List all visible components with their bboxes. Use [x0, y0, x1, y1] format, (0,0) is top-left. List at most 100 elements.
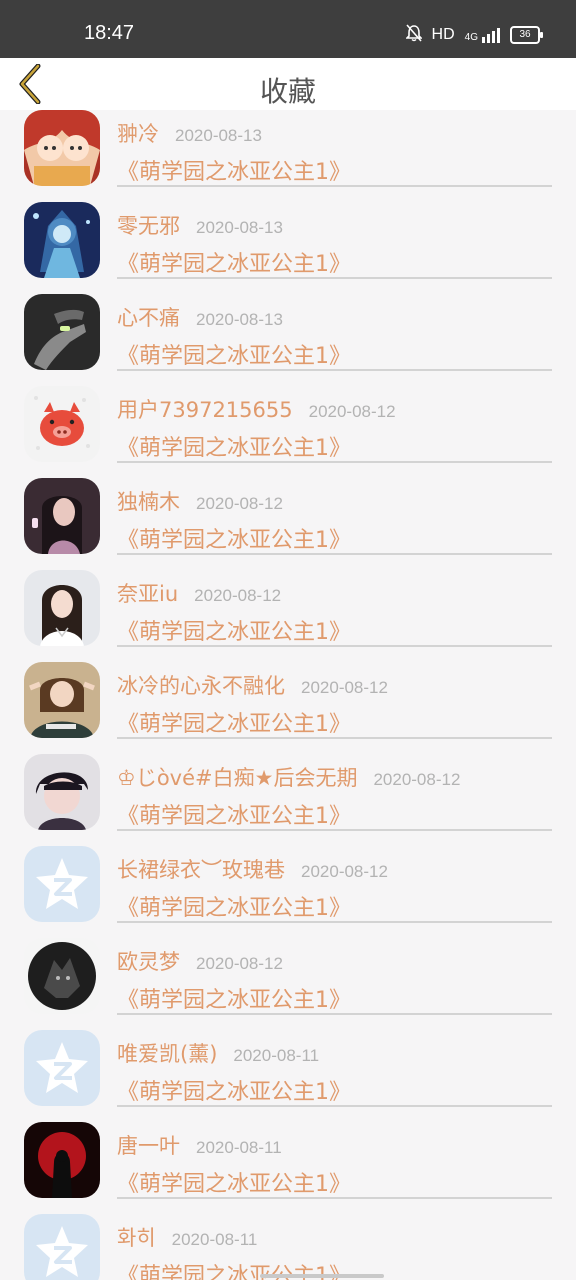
user-name: 冰冷的心永不融化 — [117, 674, 285, 698]
boy-photo-avatar-icon — [24, 754, 100, 830]
hd-label: HD — [431, 26, 455, 43]
status-bar: 18:47 HD 4G 36 — [0, 0, 576, 58]
item-header: 心不痛 2020-08-13 — [117, 302, 283, 332]
status-time: 18:47 — [84, 22, 135, 44]
default-star-avatar-icon — [24, 846, 100, 922]
list-item[interactable]: 화히 2020-08-11 《萌学园之冰亚公主1》 — [0, 1214, 576, 1280]
divider — [117, 737, 552, 739]
date: 2020-08-11 — [233, 1046, 320, 1065]
list-item[interactable]: 冰冷的心永不融化 2020-08-12 《萌学园之冰亚公主1》 — [0, 662, 576, 754]
list-item[interactable]: 唯爱凯(薰) 2020-08-11 《萌学园之冰亚公主1》 — [0, 1030, 576, 1122]
blue-anime-avatar-icon — [24, 202, 100, 278]
book-title[interactable]: 《萌学园之冰亚公主1》 — [117, 338, 351, 370]
divider — [117, 369, 552, 371]
user-name: 唯爱凯(薰) — [117, 1042, 218, 1066]
divider — [117, 921, 552, 923]
divider — [117, 1105, 552, 1107]
item-header: 零无邪 2020-08-13 — [117, 210, 283, 240]
list-item[interactable]: 唐一叶 2020-08-11 《萌学园之冰亚公主1》 — [0, 1122, 576, 1214]
item-header: 唐一叶 2020-08-11 — [117, 1130, 282, 1160]
date: 2020-08-12 — [373, 770, 461, 789]
avatar — [24, 202, 100, 278]
user-name: 长裙绿衣︶玫瑰巷 — [117, 858, 285, 882]
book-title[interactable]: 《萌学园之冰亚公主1》 — [117, 430, 351, 462]
book-title[interactable]: 《萌学园之冰亚公主1》 — [117, 890, 351, 922]
book-title[interactable]: 《萌学园之冰亚公主1》 — [117, 1166, 351, 1198]
date: 2020-08-13 — [196, 218, 283, 237]
divider — [117, 1013, 552, 1015]
item-header: 화히 2020-08-11 — [117, 1222, 257, 1252]
date: 2020-08-12 — [301, 862, 388, 881]
avatar — [24, 1122, 100, 1198]
avatar — [24, 846, 100, 922]
item-header: 长裙绿衣︶玫瑰巷 2020-08-12 — [117, 854, 388, 884]
book-title[interactable]: 《萌学园之冰亚公主1》 — [117, 1074, 351, 1106]
avatar — [24, 110, 100, 186]
user-name: 用户7397215655 — [117, 398, 293, 422]
favorites-list: 翀冷 2020-08-13 《萌学园之冰亚公主1》 零无邪 2020-08-13… — [0, 110, 576, 1280]
hands-photo-avatar-icon — [24, 294, 100, 370]
date: 2020-08-13 — [175, 126, 262, 145]
list-item[interactable]: 长裙绿衣︶玫瑰巷 2020-08-12 《萌学园之冰亚公主1》 — [0, 846, 576, 938]
user-name: 翀冷 — [117, 122, 159, 146]
item-header: 用户7397215655 2020-08-12 — [117, 394, 396, 424]
date: 2020-08-12 — [301, 678, 388, 697]
list-item[interactable]: ♔じòvé#白痴★后会无期 2020-08-12 《萌学园之冰亚公主1》 — [0, 754, 576, 846]
list-item[interactable]: 用户7397215655 2020-08-12 《萌学园之冰亚公主1》 — [0, 386, 576, 478]
item-header: 奈亚iu 2020-08-12 — [117, 578, 281, 608]
avatar — [24, 938, 100, 1014]
book-title[interactable]: 《萌学园之冰亚公主1》 — [117, 982, 351, 1014]
book-title[interactable]: 《萌学园之冰亚公主1》 — [117, 154, 351, 186]
list-item[interactable]: 奈亚iu 2020-08-12 《萌学园之冰亚公主1》 — [0, 570, 576, 662]
dark-wolf-avatar-icon — [24, 938, 100, 1014]
page-title: 收藏 — [259, 75, 316, 108]
list-item[interactable]: 独楠木 2020-08-12 《萌学园之冰亚公主1》 — [0, 478, 576, 570]
default-star-avatar-icon — [24, 1030, 100, 1106]
network-label: 4G — [464, 31, 478, 43]
date: 2020-08-12 — [194, 586, 282, 605]
status-icons: HD 4G 36 — [404, 23, 543, 47]
default-star-avatar-icon — [24, 1214, 100, 1280]
user-name: 欧灵梦 — [117, 950, 180, 974]
red-moon-avatar-icon — [24, 1122, 100, 1198]
date: 2020-08-12 — [308, 402, 396, 421]
list-item[interactable]: 欧灵梦 2020-08-12 《萌学园之冰亚公主1》 — [0, 938, 576, 1030]
avatar — [24, 570, 100, 646]
item-header: ♔じòvé#白痴★后会无期 2020-08-12 — [117, 762, 460, 792]
girl-photo-avatar-icon — [24, 478, 100, 554]
date: 2020-08-12 — [196, 494, 283, 513]
book-title[interactable]: 《萌学园之冰亚公主1》 — [117, 522, 351, 554]
book-title[interactable]: 《萌学园之冰亚公主1》 — [117, 246, 351, 278]
avatar — [24, 294, 100, 370]
avatar — [24, 754, 100, 830]
book-title[interactable]: 《萌学园之冰亚公主1》 — [117, 798, 351, 830]
date: 2020-08-11 — [171, 1230, 258, 1249]
user-name: 零无邪 — [117, 214, 180, 238]
user-name: ♔じòvé#白痴★后会无期 — [117, 766, 358, 790]
user-name: 心不痛 — [117, 306, 180, 330]
list-item[interactable]: 心不痛 2020-08-13 《萌学园之冰亚公主1》 — [0, 294, 576, 386]
divider — [117, 461, 552, 463]
avatar — [24, 386, 100, 462]
nav-bar: 收藏 — [0, 58, 576, 110]
date: 2020-08-13 — [196, 310, 283, 329]
date: 2020-08-12 — [196, 954, 283, 973]
user-name: 화히 — [117, 1226, 156, 1250]
divider — [117, 553, 552, 555]
item-header: 欧灵梦 2020-08-12 — [117, 946, 283, 976]
anime-girls-avatar-icon — [24, 110, 100, 186]
list-item[interactable]: 翀冷 2020-08-13 《萌学园之冰亚公主1》 — [0, 110, 576, 202]
signal-icon: 4G — [464, 27, 500, 43]
battery-icon: 36 — [510, 26, 543, 44]
list-item[interactable]: 零无邪 2020-08-13 《萌学园之冰亚公主1》 — [0, 202, 576, 294]
iu-photo-avatar-icon — [24, 570, 100, 646]
avatar — [24, 1214, 100, 1280]
item-header: 唯爱凯(薰) 2020-08-11 — [117, 1038, 319, 1068]
avatar — [24, 662, 100, 738]
home-indicator[interactable] — [260, 1274, 384, 1278]
bell-off-icon — [404, 23, 423, 47]
user-name: 奈亚iu — [117, 582, 179, 606]
book-title[interactable]: 《萌学园之冰亚公主1》 — [117, 706, 351, 738]
book-title[interactable]: 《萌学园之冰亚公主1》 — [117, 614, 351, 646]
pig-avatar-icon — [24, 386, 100, 462]
